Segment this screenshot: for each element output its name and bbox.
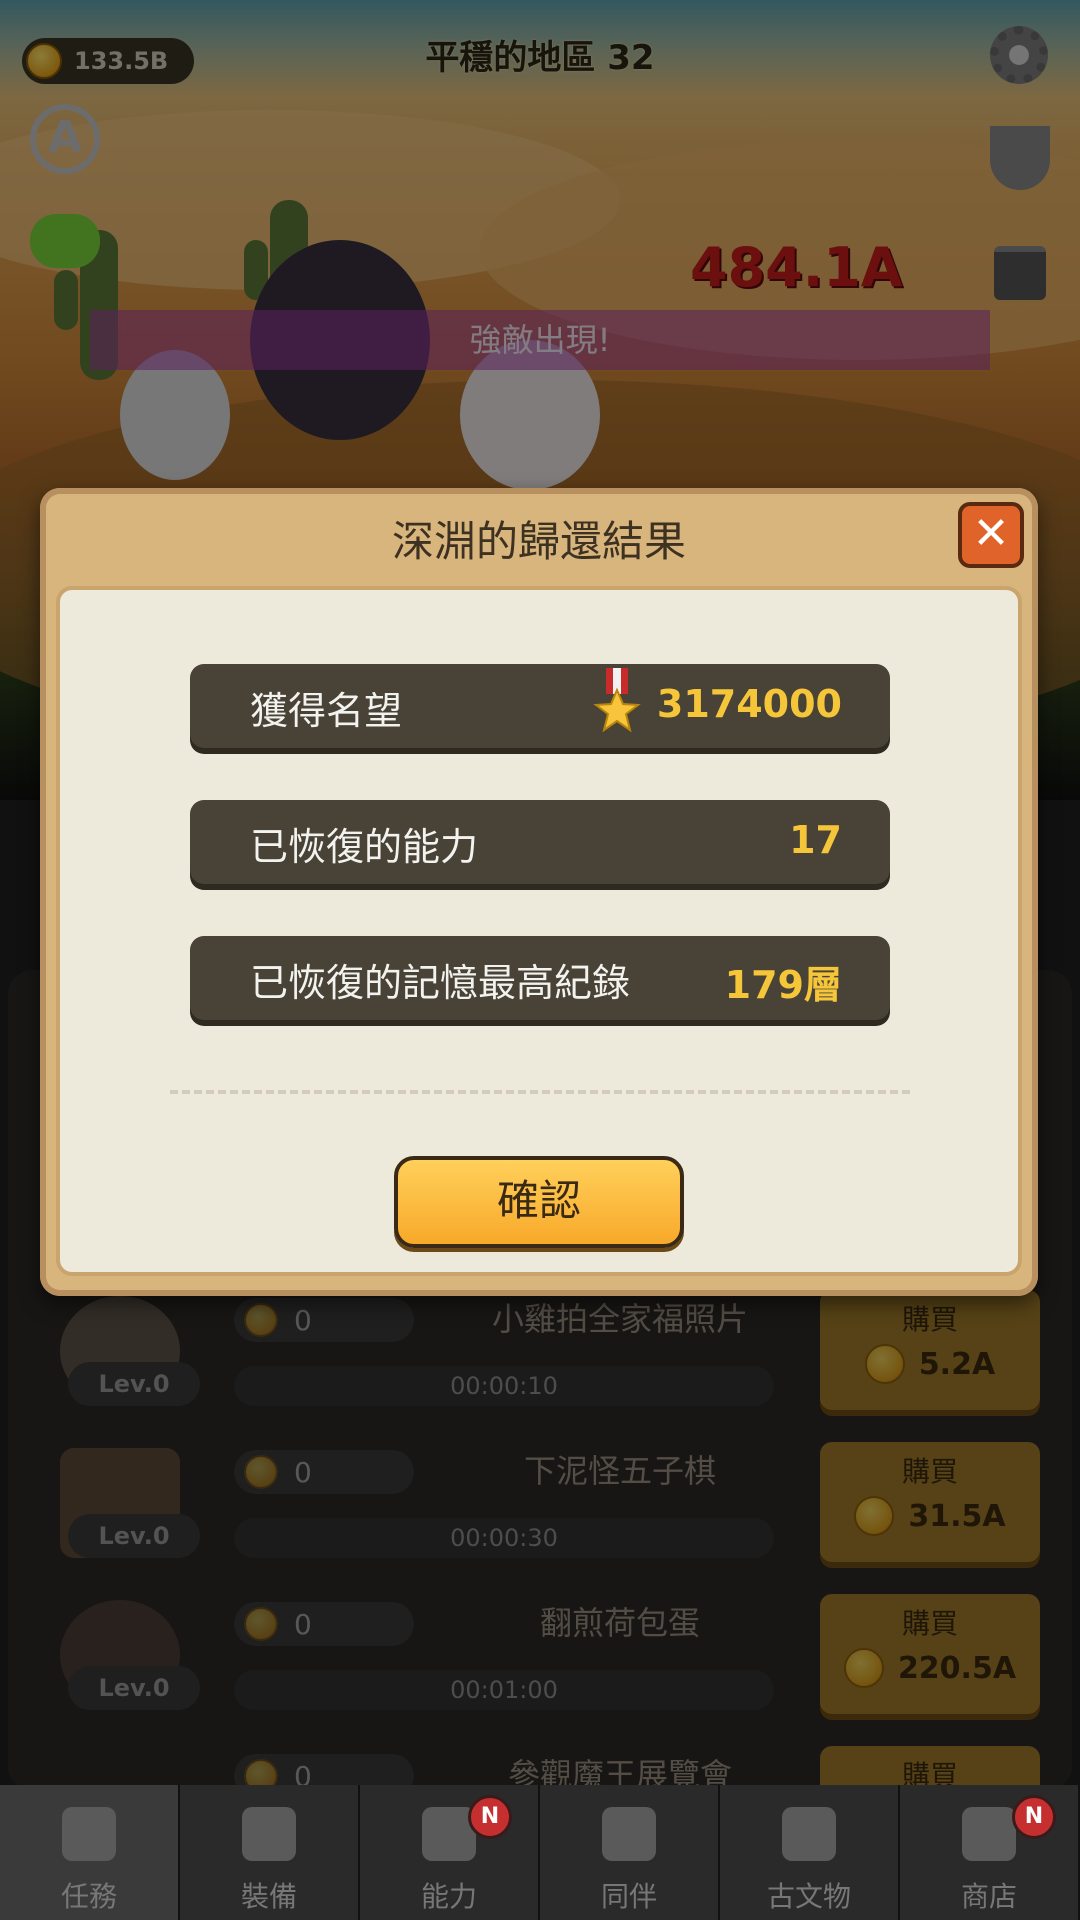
- tab-ability[interactable]: 能力 N: [360, 1785, 540, 1920]
- bottom-nav: 任務 裝備 能力 N 同伴 古文物 商店 N: [0, 1785, 1080, 1920]
- tab-label: 同伴: [600, 1880, 657, 1913]
- divider: [170, 1090, 910, 1094]
- dialog-body: 獲得名望 3174000 已恢復的能力 17 已恢復的記憶最高紀錄 179層 確…: [56, 586, 1022, 1276]
- tab-quests[interactable]: 任務: [0, 1785, 180, 1920]
- confirm-button[interactable]: 確認: [394, 1156, 684, 1248]
- memory-record-row: 已恢復的記憶最高紀錄 179層: [190, 936, 890, 1020]
- equipment-icon: [242, 1807, 296, 1861]
- abyss-result-dialog: 深淵的歸還結果 ✕ 獲得名望 3174000 已恢復的能力 17 已恢復的記憶最…: [40, 488, 1038, 1296]
- chest-icon: [782, 1807, 836, 1861]
- stat-label: 獲得名望: [250, 689, 403, 733]
- list-icon: [62, 1807, 116, 1861]
- tab-label: 古文物: [766, 1880, 851, 1913]
- companions-icon: [602, 1807, 656, 1861]
- medal-icon: [593, 668, 641, 733]
- tab-label: 裝備: [240, 1880, 297, 1913]
- fame-row: 獲得名望 3174000: [190, 664, 890, 748]
- memory-record-value: 179層: [724, 963, 842, 1007]
- tab-equipment[interactable]: 裝備: [180, 1785, 360, 1920]
- shop-bag-icon: [962, 1807, 1016, 1861]
- restored-ability-value: 17: [789, 818, 842, 862]
- stat-label: 已恢復的記憶最高紀錄: [250, 961, 631, 1005]
- close-button[interactable]: ✕: [958, 502, 1024, 568]
- tab-label: 能力: [420, 1880, 477, 1913]
- tab-label: 任務: [60, 1880, 117, 1913]
- tab-label: 商店: [960, 1880, 1017, 1913]
- tab-shop[interactable]: 商店 N: [900, 1785, 1080, 1920]
- restored-ability-row: 已恢復的能力 17: [190, 800, 890, 884]
- new-badge: N: [1012, 1795, 1056, 1839]
- new-badge: N: [468, 1795, 512, 1839]
- tab-companions[interactable]: 同伴: [540, 1785, 720, 1920]
- stat-label: 已恢復的能力: [250, 825, 479, 869]
- fame-value: 3174000: [656, 682, 842, 726]
- tab-artifacts[interactable]: 古文物: [720, 1785, 900, 1920]
- dialog-title: 深淵的歸還結果: [391, 517, 686, 566]
